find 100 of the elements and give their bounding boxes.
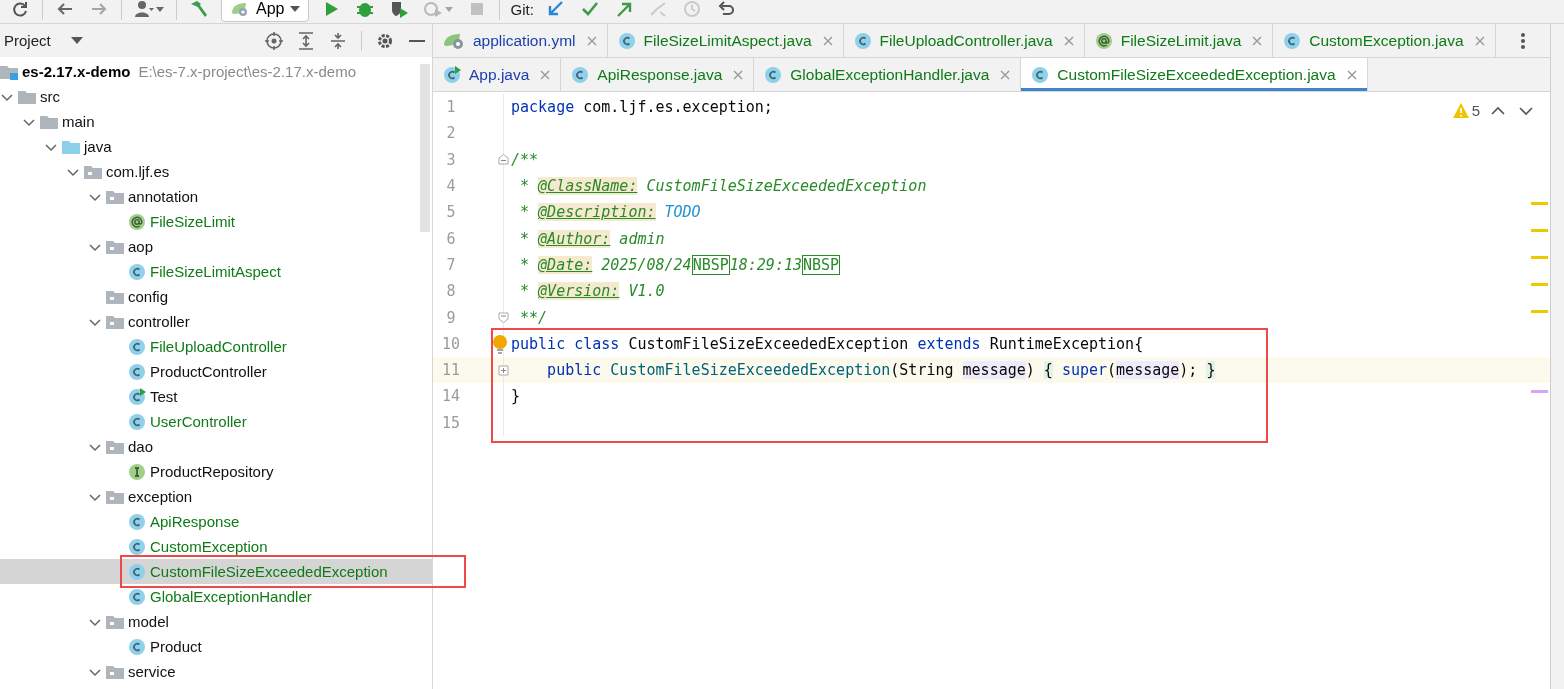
runnable-class-icon [128,387,146,406]
line-number: 15 [440,413,462,432]
settings-icon[interactable] [376,31,394,50]
person-icon[interactable] [132,0,166,18]
tree-item[interactable]: src [0,84,432,109]
line-number: 1 [445,98,457,117]
close-icon[interactable] [1062,34,1075,47]
runnable-class-icon [443,65,461,84]
tree-item[interactable]: config [0,284,432,309]
class-icon [617,31,636,50]
close-icon[interactable] [999,68,1012,81]
tree-item[interactable]: CustomException [0,534,432,559]
caret-down-icon [156,6,164,12]
tree-item[interactable]: Test [0,384,432,409]
code-line: * @Version: V1.0 [519,282,665,301]
locate-icon[interactable] [265,31,283,50]
tree-item[interactable]: GlobalExceptionHandler [0,584,432,609]
close-icon[interactable] [1473,34,1486,47]
code-line: public CustomFileSizeExceededException(String message) { super(message); } [546,361,1216,380]
tree-item[interactable]: FileUploadController [0,334,432,359]
tree-item[interactable]: aop [0,234,432,259]
package-icon [84,163,102,180]
project-view-dropdown[interactable]: Project [4,32,83,49]
class-icon [853,31,872,50]
tree-item[interactable]: java [0,134,432,159]
lightbulb-icon[interactable] [493,334,507,355]
caret-down-icon [445,6,454,12]
class-icon [128,512,146,531]
class-icon [1283,31,1302,50]
package-icon [106,288,124,305]
line-number: 3 [445,150,457,169]
class-icon [128,337,146,356]
tree-item[interactable]: model [0,609,432,634]
line-number: 7 [445,255,457,274]
class-icon [128,262,146,281]
annotation-icon [1094,31,1113,50]
tree-item[interactable]: FileSizeLimit [0,209,432,234]
class-icon [128,537,146,556]
close-icon[interactable] [1345,68,1358,81]
line-number: 6 [445,229,457,248]
caret-down-icon [290,6,301,12]
folder-icon [40,113,58,130]
chevron-up-icon[interactable] [1491,106,1505,116]
tree-item[interactable]: es-2.17.x-demo E:\es-7.x-project\es-2.17.x-demo [0,59,432,84]
warnings-indicator[interactable]: 5 [1452,102,1480,119]
expand-all-icon[interactable] [297,31,315,50]
code-line: * @Author: admin [519,229,665,248]
tree-item[interactable]: com.ljf.es [0,159,432,184]
close-icon[interactable] [539,68,552,81]
tree-item[interactable]: ProductRepository [0,459,432,484]
package-icon [106,313,124,330]
close-icon[interactable] [732,68,745,81]
line-number: 14 [440,387,462,406]
tree-item[interactable]: main [0,109,432,134]
tree-item[interactable]: ProductController [0,359,432,384]
class-icon [1031,65,1050,84]
collapse-all-icon[interactable] [329,31,347,50]
code-line: * @Date: 2025/08/24NBSP18:29:13NBSP [519,255,841,274]
tree-item[interactable]: ApiResponse [0,509,432,534]
chevron-down-icon[interactable] [1519,106,1533,116]
code-line: **/ [519,308,548,327]
code-line: public class CustomFileSizeExceededException extends RuntimeException{ [511,334,1144,353]
line-number: 8 [445,282,457,301]
close-icon[interactable] [821,34,834,47]
line-number: 2 [445,124,457,143]
line-number: 9 [445,308,457,327]
line-number: 11 [440,361,462,380]
interface-icon [128,462,146,481]
close-icon[interactable] [585,34,598,47]
tree-item[interactable]: CustomFileSizeExceededException [0,559,432,584]
editor-tab[interactable]: CustomFileSizeExceededException.java [1021,58,1368,91]
class-icon [571,65,590,84]
fold-expand-icon[interactable] [498,364,509,376]
class-icon [128,587,146,606]
tree-item[interactable]: annotation [0,184,432,209]
leaf-gear-icon [230,1,250,17]
code-line: } [511,387,521,406]
fold-collapse-icon[interactable] [498,154,509,166]
fold-collapse-icon[interactable] [498,312,509,323]
scrollbar[interactable] [420,64,430,232]
tree-item[interactable]: UserController [0,409,432,434]
close-icon[interactable] [1251,34,1264,47]
package-icon [106,438,124,455]
tree-item[interactable]: service [0,659,432,684]
tree-item[interactable]: dao [0,434,432,459]
tree-item[interactable]: FileSizeLimitAspect [0,259,432,284]
line-number: 5 [445,203,457,222]
more-icon[interactable] [1520,31,1526,50]
tree-item[interactable]: controller [0,309,432,334]
code-line: * @Description: TODO [519,203,701,222]
run-config-dropdown[interactable]: App [221,0,310,22]
line-number: 10 [440,334,462,353]
module-icon [0,63,18,80]
package-icon [106,188,124,205]
source-folder-icon [62,138,80,155]
code-line: /** [511,150,539,169]
class-icon [764,65,783,84]
tree-item[interactable]: exception [0,484,432,509]
class-icon [128,637,146,656]
tree-item[interactable]: Product [0,634,432,659]
